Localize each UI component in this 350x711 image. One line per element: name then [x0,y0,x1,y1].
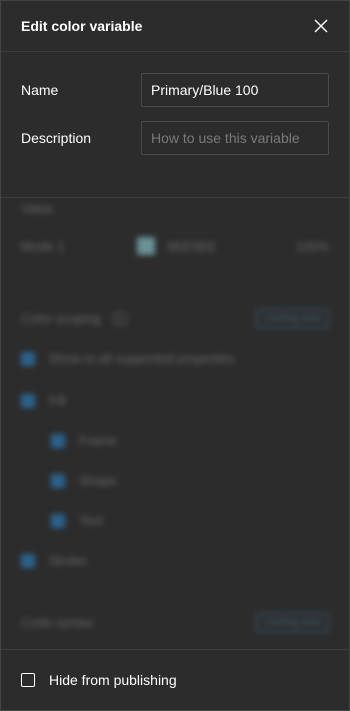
code-syntax-badge: Coming soon [256,613,329,632]
value-heading-row: Value [21,201,329,216]
scope-item-label: Show in all supported properties [49,351,235,366]
description-input[interactable] [141,121,329,155]
name-label: Name [21,82,59,98]
hide-from-publishing-checkbox[interactable] [21,673,35,687]
scope-item[interactable]: Stroke [21,553,329,568]
color-swatch[interactable] [137,237,155,255]
name-input[interactable] [141,73,329,107]
scope-item-label: Frame [79,433,117,448]
scope-item-label: Stroke [49,553,87,568]
scope-item[interactable]: Fill [21,393,329,408]
checkbox-checked-icon[interactable] [51,513,65,528]
info-icon[interactable]: i [112,311,127,326]
scope-item-label: Fill [49,393,66,408]
description-label: Description [21,130,92,146]
scope-item[interactable]: Frame [51,433,329,448]
scope-item-label: Shape [79,473,117,488]
blurred-settings: Value Mode 1 9EE5EE 100% Color scoping i… [1,179,349,649]
scope-item[interactable]: Text [51,513,329,528]
fields-section: Name Description [1,52,349,198]
opacity-value[interactable]: 100% [296,239,329,254]
close-icon [314,19,328,33]
code-syntax-row: Code syntax Coming soon [21,613,329,632]
mode-row: Mode 1 9EE5EE 100% [21,237,329,255]
checkbox-checked-icon[interactable] [21,393,35,408]
dialog-title: Edit color variable [21,18,143,34]
hex-value[interactable]: 9EE5EE [167,239,296,254]
scope-item[interactable]: Shape [51,473,329,488]
scope-item[interactable]: Show in all supported properties [21,351,329,366]
checkbox-checked-icon[interactable] [51,433,65,448]
close-button[interactable] [309,14,333,38]
checkbox-checked-icon[interactable] [21,553,35,568]
scoping-heading-row: Color scoping i Coming soon [21,309,329,328]
name-row: Name [21,72,329,108]
checkbox-checked-icon[interactable] [51,473,65,488]
description-row: Description [21,120,329,156]
checkbox-checked-icon[interactable] [21,351,35,366]
edit-variable-dialog: Edit color variable Name Description Val… [0,0,350,711]
scoping-heading: Color scoping [21,311,101,326]
code-syntax-heading: Code syntax [21,615,94,630]
hide-from-publishing-label[interactable]: Hide from publishing [49,672,177,688]
value-heading: Value [21,201,54,216]
scope-item-label: Text [79,513,103,528]
dialog-header: Edit color variable [1,1,349,52]
coming-soon-badge: Coming soon [256,309,329,328]
mode-label: Mode 1 [21,238,65,254]
dialog-footer: Hide from publishing [1,649,349,710]
